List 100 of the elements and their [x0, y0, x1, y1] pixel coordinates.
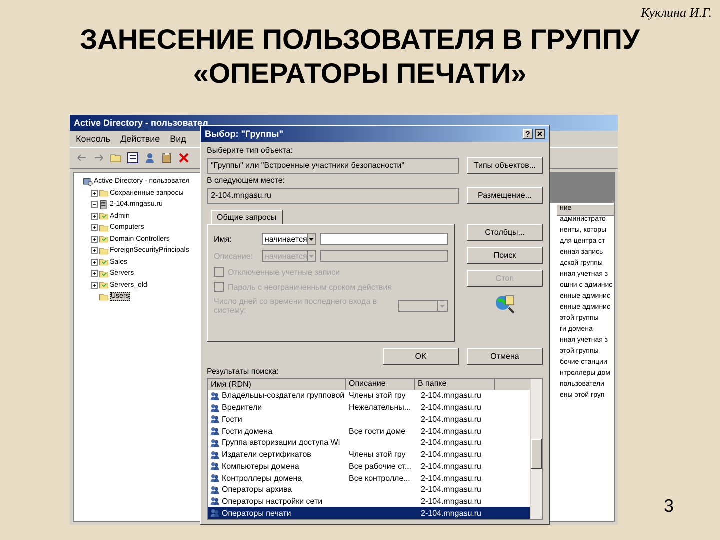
group-icon [210, 496, 220, 506]
field-label: Выберите тип объекта: [207, 146, 294, 155]
group-icon [210, 414, 220, 424]
table-cell: 2-104.mngasu.ru [421, 391, 482, 400]
result-row[interactable]: Гости домена Все гости доме 2-104.mngasu.ru [208, 425, 530, 437]
table-cell: Издатели сертификатов [222, 450, 312, 460]
table-cell: 2-104.mngasu.ru [421, 474, 482, 482]
table-cell: Группа авторизации доступа Wi [222, 438, 340, 448]
folder-icon [99, 246, 109, 256]
table-cell: 2-104.mngasu.ru [421, 485, 482, 494]
folder-icon [99, 188, 109, 198]
expander-icon[interactable] [91, 236, 98, 243]
field-label: Имя: [214, 234, 233, 244]
result-row[interactable]: Группа авторизации доступа Wi 2-104.mngasu.ru [208, 436, 530, 449]
condition-dropdown[interactable]: начинается [262, 233, 316, 245]
caret-icon [309, 254, 314, 258]
close-icon[interactable] [535, 129, 545, 139]
folder-icon [99, 211, 109, 222]
result-row[interactable]: Операторы печати 2-104.mngasu.ru [208, 507, 530, 520]
folder-icon [99, 292, 109, 302]
group-icon [210, 473, 220, 483]
expander-icon[interactable] [91, 258, 98, 266]
column-header[interactable]: Имя (RDN) [208, 379, 346, 390]
slide-title: ЗАНЕСЕНИЕ ПОЛЬЗОВАТЕЛЯ В ГРУППУ «ОПЕРАТОРЫ ПЕЧАТИ» [80, 23, 640, 91]
days-dropdown[interactable] [398, 300, 448, 312]
folder-icon [99, 234, 109, 244]
clipboard-icon[interactable] [161, 152, 173, 164]
result-row[interactable]: Вредители Нежелательны... 2-104.mngasu.ru [208, 402, 530, 414]
table-cell: Все рабочие ст... [349, 462, 412, 471]
group-icon [210, 402, 220, 413]
results-label: Результаты поиска: [207, 367, 280, 376]
group-icon [210, 426, 220, 436]
table-cell: Операторы печати [222, 508, 292, 518]
input-field[interactable] [320, 233, 448, 245]
table-cell: Нежелательны... [349, 403, 412, 412]
delete-icon[interactable] [178, 152, 190, 164]
menu-item[interactable]: Действие [120, 134, 160, 144]
menu-item[interactable]: Консоль [76, 134, 111, 144]
expander-icon[interactable] [91, 270, 98, 278]
action-button[interactable]: Столбцы... [467, 224, 543, 241]
result-row[interactable]: Владельцы-создатели групповой Члены этой гру 2-104.mngasu.ru [208, 390, 530, 402]
group-icon [210, 508, 220, 518]
result-row[interactable]: Компьютеры домена Все рабочие ст... 2-104.mngasu.ru [208, 460, 530, 472]
back-icon[interactable] [76, 152, 88, 164]
column-header[interactable]: В папке [415, 379, 495, 390]
expander-icon[interactable] [91, 224, 98, 232]
table-cell: Операторы настройки сети [222, 496, 323, 506]
expander-icon[interactable] [91, 212, 98, 220]
object-types-button[interactable]: Типы объектов... [467, 157, 543, 174]
result-row[interactable]: Операторы настройки сети 2-104.mngasu.ru [208, 496, 530, 508]
expander-icon[interactable] [91, 190, 98, 197]
table-cell: Члены этой гру [349, 450, 406, 460]
table-cell: 2-104.mngasu.ru [421, 403, 482, 412]
group-icon [210, 484, 220, 495]
column-header[interactable]: Описание [346, 379, 415, 390]
ok-button[interactable]: OK [383, 348, 459, 365]
table-cell: 2-104.mngasu.ru [421, 508, 482, 518]
menu-item[interactable]: Вид [170, 134, 186, 144]
table-cell: Все гости доме [349, 426, 406, 436]
table-cell: Все контролле... [349, 474, 410, 482]
table-cell: 2-104.mngasu.ru [421, 438, 482, 448]
forward-icon[interactable] [93, 152, 105, 164]
group-icon [210, 461, 220, 472]
search-icon [494, 293, 516, 315]
expander-icon[interactable] [91, 247, 98, 254]
scrollbar[interactable] [530, 379, 542, 519]
object-type-field: "Группы" или "Встроенные участники безопасности" [207, 158, 459, 174]
table-cell: Члены этой гру [349, 391, 406, 400]
table-cell: 2-104.mngasu.ru [421, 426, 482, 436]
result-row[interactable]: Контроллеры домена Все контролле... 2-104.mngasu.ru [208, 472, 530, 484]
result-row[interactable]: Гости 2-104.mngasu.ru [208, 413, 530, 426]
table-cell: 2-104.mngasu.ru [421, 496, 482, 506]
group-icon [210, 438, 220, 448]
field-label: В следующем месте: [207, 176, 286, 185]
expander-icon[interactable] [91, 201, 98, 208]
folder-icon [99, 268, 109, 279]
locations-button[interactable]: Размещение... [467, 187, 543, 204]
folder-icon [99, 257, 109, 268]
action-button[interactable]: Поиск [467, 247, 543, 264]
expander-icon[interactable] [91, 282, 98, 289]
caret-icon [309, 238, 314, 240]
cancel-button[interactable]: Отмена [467, 348, 543, 365]
location-field: 2-104.mngasu.ru [207, 188, 459, 204]
tab[interactable]: Общие запросы [211, 210, 283, 224]
group-icon [210, 450, 220, 460]
table-cell: Владельцы-создатели групповой [222, 391, 345, 400]
result-row[interactable]: Издатели сертификатов Члены этой гру 2-104.mngasu.ru [208, 448, 530, 460]
folder-icon [99, 280, 109, 290]
table-cell: Компьютеры домена [222, 462, 300, 471]
author-name: Куклина И.Г. [641, 4, 713, 21]
domain-icon [99, 200, 109, 210]
table-cell: 2-104.mngasu.ru [421, 462, 482, 471]
directory-icon [83, 176, 93, 187]
table-cell: Контроллеры домена [222, 474, 302, 482]
help-button[interactable]: ? [523, 129, 533, 139]
caret-icon [440, 304, 445, 308]
table-cell: 2-104.mngasu.ru [421, 414, 482, 424]
table-cell: Гости [222, 414, 242, 424]
result-row[interactable]: Операторы архива 2-104.mngasu.ru [208, 484, 530, 496]
table-cell: Гости домена [222, 426, 273, 436]
